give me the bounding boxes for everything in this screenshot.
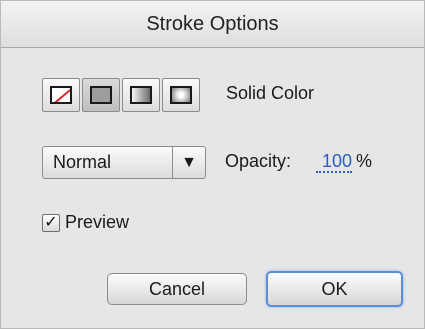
opacity-label: Opacity: [225,151,292,171]
preview-checkbox[interactable]: ✓ [42,213,60,232]
ok-button[interactable]: OK [266,271,403,307]
fill-type-label: Solid Color [226,83,315,103]
preview-label: Preview [65,212,130,232]
radial-gradient-swatch-button[interactable] [162,78,200,112]
solid-swatch-button[interactable] [82,78,120,112]
solid-swatch-icon [90,86,112,104]
none-swatch-button[interactable] [42,78,80,112]
opacity-field[interactable]: 100 [316,151,352,173]
none-swatch-icon [50,86,72,104]
dialog-title: Stroke Options [1,1,424,48]
stroke-options-dialog: Stroke Options Solid Color Normal ▼ Opac… [0,0,425,329]
cancel-button[interactable]: Cancel [107,273,247,305]
radial-gradient-icon [170,86,192,104]
fill-type-swatches [42,78,200,112]
linear-gradient-icon [130,86,152,104]
opacity-unit: % [356,151,373,171]
preview-checkbox-row[interactable]: ✓ Preview [42,212,129,233]
blend-mode-value: Normal [53,152,112,172]
chevron-down-icon: ▼ [172,147,205,178]
linear-gradient-swatch-button[interactable] [122,78,160,112]
blend-mode-select[interactable]: Normal ▼ [42,146,206,179]
